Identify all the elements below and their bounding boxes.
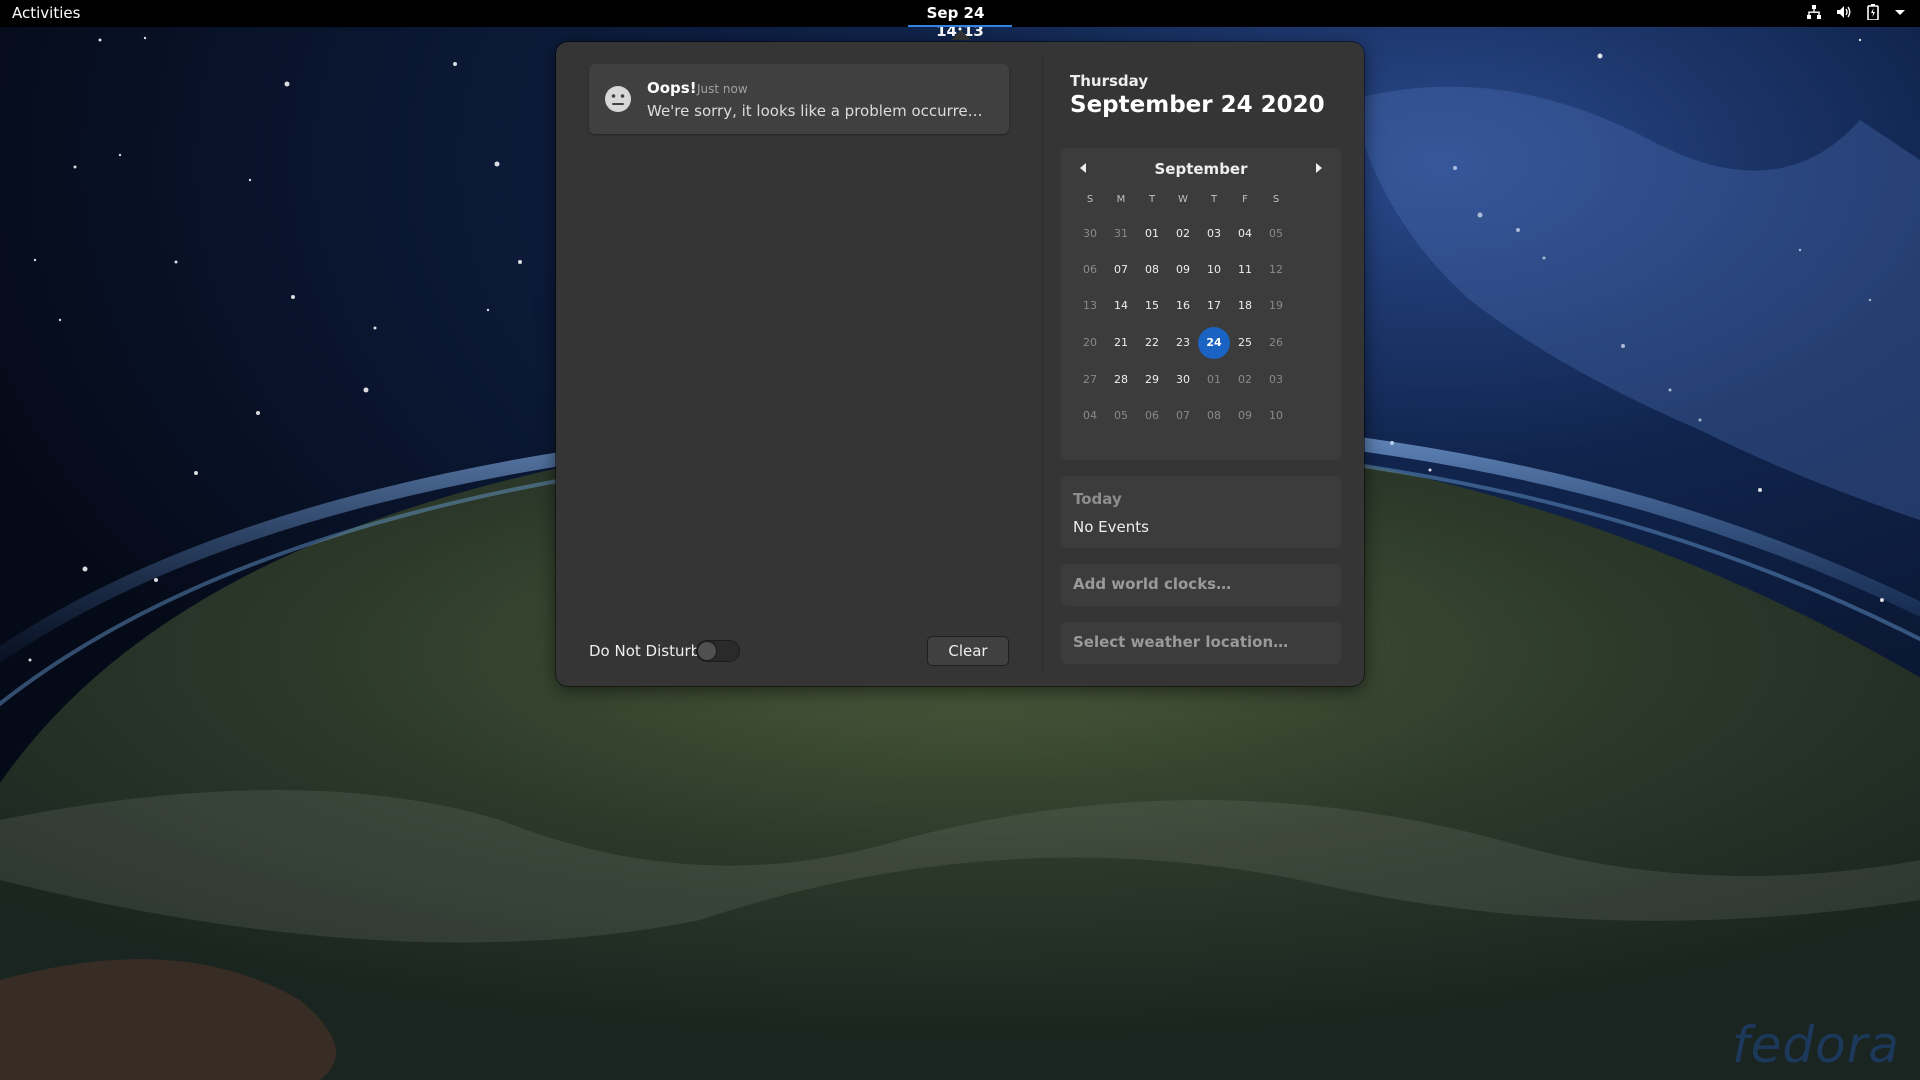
- calendar-day[interactable]: 13: [1074, 290, 1106, 322]
- system-tray[interactable]: [1806, 4, 1906, 20]
- calendar-day[interactable]: 20: [1074, 327, 1106, 359]
- next-month-icon[interactable]: [1311, 160, 1327, 176]
- weekday-header: T: [1148, 194, 1156, 205]
- calendar-day[interactable]: 12: [1260, 254, 1292, 286]
- calendar-day[interactable]: 11: [1229, 254, 1261, 286]
- calendar-day[interactable]: 25: [1229, 327, 1261, 359]
- weather-location-label: Select weather location…: [1073, 633, 1289, 651]
- date-menu-popup: Oops! Just now We're sorry, it looks lik…: [556, 42, 1364, 686]
- calendar-day[interactable]: 05: [1105, 400, 1137, 432]
- volume-icon[interactable]: [1836, 4, 1852, 20]
- top-bar: Activities Sep 2414:13: [0, 0, 1920, 40]
- calendar-day[interactable]: 10: [1198, 254, 1230, 286]
- battery-icon[interactable]: [1866, 4, 1880, 20]
- calendar-day[interactable]: 21: [1105, 327, 1137, 359]
- calendar-day[interactable]: 03: [1260, 364, 1292, 396]
- calendar-day[interactable]: 08: [1198, 400, 1230, 432]
- calendar-day[interactable]: 19: [1260, 290, 1292, 322]
- full-date-label[interactable]: September 24 2020: [1070, 92, 1325, 118]
- calendar-day[interactable]: 30: [1167, 364, 1199, 396]
- clock-date: Sep 24: [926, 4, 985, 22]
- calendar-day[interactable]: 09: [1167, 254, 1199, 286]
- calendar-day[interactable]: 04: [1074, 400, 1106, 432]
- do-not-disturb-toggle[interactable]: [696, 640, 740, 662]
- calendar-day[interactable]: 31: [1105, 218, 1137, 250]
- calendar-day[interactable]: 07: [1167, 400, 1199, 432]
- calendar-month-label: September: [1154, 160, 1248, 178]
- calendar-day[interactable]: 06: [1074, 254, 1106, 286]
- events-title: Today: [1073, 490, 1122, 508]
- no-events-label: No Events: [1073, 518, 1149, 536]
- network-icon[interactable]: [1806, 4, 1822, 20]
- calendar-day[interactable]: 17: [1198, 290, 1230, 322]
- notification-title: Oops!: [647, 79, 697, 97]
- weekday-label[interactable]: Thursday: [1070, 72, 1148, 90]
- calendar-day[interactable]: 09: [1229, 400, 1261, 432]
- system-menu-arrow-icon[interactable]: [1894, 4, 1906, 20]
- clock-button[interactable]: Sep 2414:13: [908, 0, 1012, 40]
- calendar-day[interactable]: 18: [1229, 290, 1261, 322]
- clock-active-indicator: [908, 25, 1012, 27]
- notification-body: We're sorry, it looks like a problem occ…: [647, 102, 991, 120]
- calendar-day[interactable]: 27: [1074, 364, 1106, 396]
- fedora-watermark: fedora: [1732, 1016, 1900, 1074]
- column-divider: [1042, 56, 1043, 672]
- world-clocks-button[interactable]: Add world clocks…: [1061, 564, 1341, 606]
- sad-face-icon: [605, 86, 631, 112]
- calendar-day[interactable]: 23: [1167, 327, 1199, 359]
- calendar-day[interactable]: 15: [1136, 290, 1168, 322]
- calendar-day[interactable]: 30: [1074, 218, 1106, 250]
- calendar-day[interactable]: 01: [1136, 218, 1168, 250]
- weather-location-button[interactable]: Select weather location…: [1061, 622, 1341, 664]
- world-clocks-label: Add world clocks…: [1073, 575, 1232, 593]
- calendar-day[interactable]: 05: [1260, 218, 1292, 250]
- weekday-header: S: [1086, 194, 1094, 205]
- calendar-day[interactable]: 07: [1105, 254, 1137, 286]
- calendar-day[interactable]: 02: [1229, 364, 1261, 396]
- notification-time: Just now: [697, 82, 748, 96]
- calendar-day[interactable]: 02: [1167, 218, 1199, 250]
- calendar-day[interactable]: 08: [1136, 254, 1168, 286]
- calendar-day[interactable]: 01: [1198, 364, 1230, 396]
- calendar-day[interactable]: 10: [1260, 400, 1292, 432]
- do-not-disturb-label: Do Not Disturb: [589, 642, 701, 660]
- calendar-day[interactable]: 26: [1260, 327, 1292, 359]
- calendar-day[interactable]: 04: [1229, 218, 1261, 250]
- notification-item[interactable]: Oops! Just now We're sorry, it looks lik…: [589, 64, 1009, 134]
- clear-notifications-button[interactable]: Clear: [927, 636, 1009, 666]
- weekday-header: F: [1242, 194, 1248, 205]
- popup-pointer: [951, 30, 971, 40]
- calendar-day[interactable]: 29: [1136, 364, 1168, 396]
- events-section[interactable]: Today No Events: [1061, 476, 1341, 548]
- calendar-day[interactable]: 06: [1136, 400, 1168, 432]
- calendar: September S M T W T F S 30 31 01 02 03 04 05 06 07 08 09 1…: [1061, 148, 1341, 460]
- weekday-header: T: [1210, 194, 1218, 205]
- calendar-day[interactable]: 22: [1136, 327, 1168, 359]
- calendar-day[interactable]: 03: [1198, 218, 1230, 250]
- calendar-day[interactable]: 14: [1105, 290, 1137, 322]
- activities-button[interactable]: Activities: [12, 4, 80, 22]
- weekday-header: S: [1272, 194, 1280, 205]
- weekday-header: W: [1178, 194, 1188, 205]
- calendar-day[interactable]: 28: [1105, 364, 1137, 396]
- calendar-day[interactable]: 16: [1167, 290, 1199, 322]
- calendar-day-today[interactable]: 24: [1198, 327, 1230, 359]
- weekday-header: M: [1116, 194, 1126, 205]
- toggle-knob: [697, 641, 717, 661]
